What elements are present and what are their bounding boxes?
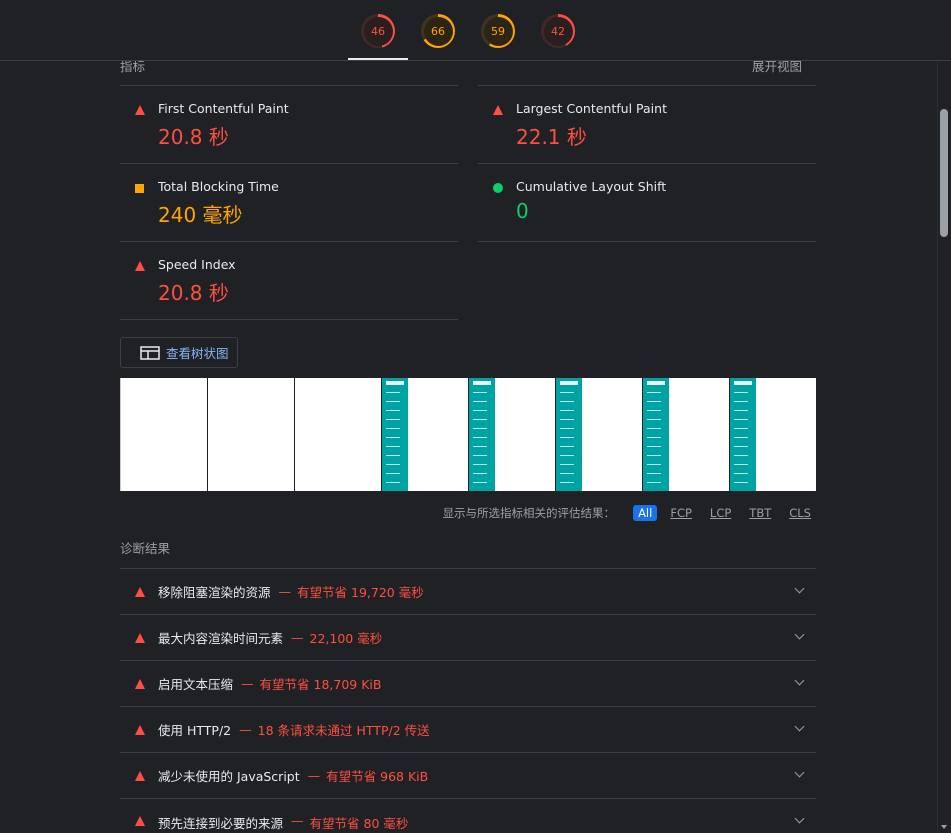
audit-title: 使用 HTTP/2 bbox=[158, 723, 232, 738]
filmstrip-frame bbox=[555, 378, 642, 491]
audit-title: 移除阻塞渲染的资源 bbox=[158, 585, 271, 600]
audit-http2[interactable]: 使用 HTTP/2 — 18 条请求未通过 HTTP/2 传送 bbox=[120, 706, 816, 752]
audit-title: 减少未使用的 JavaScript bbox=[158, 769, 300, 784]
filmstrip-frame bbox=[642, 378, 729, 491]
diagnostics-section-title: 诊断结果 bbox=[120, 541, 171, 556]
metric-speed-index: Speed Index 20.8 秒 bbox=[120, 241, 458, 319]
accessibility-score-gauge[interactable]: 66 bbox=[421, 14, 455, 48]
fail-triangle-icon bbox=[135, 261, 145, 271]
filmstrip-frame bbox=[729, 378, 816, 491]
filmstrip-frame bbox=[120, 378, 207, 491]
score-value: 42 bbox=[551, 24, 565, 38]
chevron-down-icon[interactable] bbox=[794, 813, 805, 824]
audit-separator: — bbox=[291, 630, 304, 645]
active-gauge-indicator bbox=[348, 58, 408, 60]
filter-chip-cls[interactable]: CLS bbox=[784, 505, 816, 521]
chevron-down-icon[interactable] bbox=[794, 629, 805, 640]
frame-sidebar-preview bbox=[469, 378, 495, 491]
best-practices-score-gauge[interactable]: 59 bbox=[481, 14, 515, 48]
score-value: 46 bbox=[371, 24, 385, 38]
filter-chip-all[interactable]: All bbox=[633, 505, 658, 521]
audit-title: 最大内容渲染时间元素 bbox=[158, 631, 284, 646]
metric-value: 20.8 秒 bbox=[158, 125, 229, 149]
filmstrip-frame bbox=[294, 378, 381, 491]
metric-value: 20.8 秒 bbox=[158, 281, 229, 305]
audit-preconnect-origins[interactable]: 预先连接到必要的来源 — 有望节省 80 毫秒 bbox=[120, 798, 816, 833]
metric-value: 240 毫秒 bbox=[158, 203, 243, 227]
filter-chip-lcp[interactable]: LCP bbox=[705, 505, 736, 521]
frame-sidebar-preview bbox=[730, 378, 756, 491]
fail-triangle-icon bbox=[135, 770, 145, 781]
audit-detail: 18 条请求未通过 HTTP/2 传送 bbox=[257, 723, 430, 738]
scrollbar-thumb[interactable] bbox=[940, 109, 948, 237]
chevron-down-icon[interactable] bbox=[794, 675, 805, 686]
filmstrip-frame bbox=[381, 378, 468, 491]
audit-detail: 有望节省 19,720 毫秒 bbox=[297, 585, 424, 600]
metric-first-contentful-paint: First Contentful Paint 20.8 秒 bbox=[120, 85, 458, 163]
fail-triangle-icon bbox=[493, 105, 503, 115]
score-value: 59 bbox=[491, 24, 505, 38]
metric-largest-contentful-paint: Largest Contentful Paint 22.1 秒 bbox=[478, 85, 816, 163]
audit-separator: — bbox=[241, 676, 254, 691]
audit-title: 启用文本压缩 bbox=[158, 677, 234, 692]
fail-triangle-icon bbox=[135, 105, 145, 115]
score-value: 66 bbox=[431, 24, 445, 38]
average-square-icon bbox=[135, 184, 144, 193]
audit-detail: 有望节省 80 毫秒 bbox=[309, 816, 409, 831]
metric-title: Largest Contentful Paint bbox=[516, 101, 667, 116]
filter-label: 显示与所选指标相关的评估结果： bbox=[442, 506, 616, 520]
filmstrip-frame bbox=[468, 378, 555, 491]
metric-total-blocking-time: Total Blocking Time 240 毫秒 bbox=[120, 163, 458, 241]
metric-filter: 显示与所选指标相关的评估结果： All FCP LCP TBT CLS bbox=[443, 505, 816, 521]
audit-separator: — bbox=[307, 768, 321, 783]
divider bbox=[478, 241, 816, 242]
score-gauge-bar: 46 66 59 42 bbox=[0, 0, 951, 61]
metric-title: Cumulative Layout Shift bbox=[516, 179, 667, 194]
audit-unused-javascript[interactable]: 减少未使用的 JavaScript — 有望节省 968 KiB bbox=[120, 752, 816, 798]
audit-detail: 22,100 毫秒 bbox=[309, 631, 383, 646]
audit-text-compression[interactable]: 启用文本压缩 — 有望节省 18,709 KiB bbox=[120, 660, 816, 706]
filter-chip-fcp[interactable]: FCP bbox=[665, 505, 697, 521]
filmstrip bbox=[120, 378, 816, 491]
scroll-down-arrow-icon[interactable] bbox=[941, 825, 947, 829]
metric-title: Total Blocking Time bbox=[158, 179, 279, 194]
filter-chip-tbt[interactable]: TBT bbox=[744, 505, 776, 521]
pass-circle-icon bbox=[493, 183, 503, 193]
frame-sidebar-preview bbox=[643, 378, 669, 491]
filmstrip-frame bbox=[207, 378, 294, 491]
metric-title: Speed Index bbox=[158, 257, 236, 272]
metric-value: 0 bbox=[516, 199, 529, 223]
chevron-down-icon[interactable] bbox=[794, 767, 805, 778]
audit-render-blocking-resources[interactable]: 移除阻塞渲染的资源 — 有望节省 19,720 毫秒 bbox=[120, 568, 816, 614]
chevron-down-icon[interactable] bbox=[794, 721, 805, 732]
frame-sidebar-preview bbox=[556, 378, 582, 491]
fail-triangle-icon bbox=[135, 586, 145, 597]
audit-separator: — bbox=[239, 722, 252, 737]
metric-value: 22.1 秒 bbox=[516, 125, 587, 149]
metric-title: First Contentful Paint bbox=[158, 101, 289, 116]
fail-triangle-icon bbox=[135, 816, 145, 826]
chevron-down-icon[interactable] bbox=[794, 583, 805, 594]
view-treemap-button[interactable]: 查看树状图 bbox=[120, 337, 238, 368]
audit-title: 预先连接到必要的来源 bbox=[158, 816, 284, 831]
fail-triangle-icon bbox=[135, 678, 145, 689]
fail-triangle-icon bbox=[135, 632, 145, 643]
scrollbar[interactable] bbox=[937, 0, 951, 833]
audit-separator: — bbox=[278, 584, 292, 599]
treemap-icon bbox=[140, 345, 160, 360]
view-treemap-label: 查看树状图 bbox=[166, 346, 229, 361]
divider bbox=[120, 319, 458, 320]
audit-detail: 有望节省 18,709 KiB bbox=[259, 677, 382, 692]
seo-score-gauge[interactable]: 42 bbox=[541, 14, 575, 48]
frame-sidebar-preview bbox=[382, 378, 408, 491]
audit-detail: 有望节省 968 KiB bbox=[326, 769, 429, 784]
fail-triangle-icon bbox=[135, 724, 145, 735]
metric-cumulative-layout-shift: Cumulative Layout Shift 0 bbox=[478, 163, 816, 241]
audit-separator: — bbox=[291, 813, 304, 828]
performance-score-gauge[interactable]: 46 bbox=[361, 14, 395, 48]
audit-largest-contentful-paint-element[interactable]: 最大内容渲染时间元素 — 22,100 毫秒 bbox=[120, 614, 816, 660]
